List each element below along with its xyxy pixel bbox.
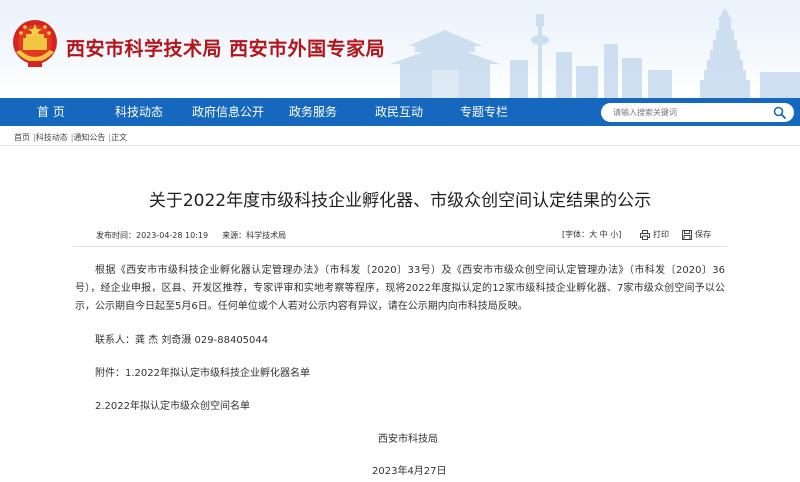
save-button[interactable]: 保存 [682,229,711,240]
breadcrumb-divider [0,145,800,146]
search-box [601,103,794,122]
nav-item-services[interactable]: 政务服务 [289,98,337,126]
nav-item-topics[interactable]: 专题专栏 [460,98,508,126]
document-date: 2023年4月27日 [372,466,447,477]
breadcrumb-current: 正文 [111,133,128,142]
article-body-paragraph: 根据《西安市市级科技企业孵化器认定管理办法》（市科发〔2020〕33号）及《西安… [75,262,725,316]
save-label: 保存 [695,230,711,239]
print-label: 打印 [653,230,669,239]
article-source: 来源：科学技术局 [222,231,287,240]
attachment-link-2[interactable]: 2.2022年拟认定市级众创空间名单 [95,397,250,412]
publish-time: 发布时间：2023-04-28 10:19 [96,231,209,240]
nav-item-home[interactable]: 首 页 [37,98,65,126]
article-title: 关于2022年度市级科技企业孵化器、市级众创空间认定结果的公示 [148,191,652,211]
body-line: 根据《西安市市级科技企业孵化器认定管理办法》（市科发〔2020〕33号）及《西安… [95,265,713,276]
search-icon[interactable] [773,106,786,119]
signature: 西安市科技局 [378,434,438,445]
city-skyline-illustration [390,8,800,98]
site-title[interactable]: 西安市科学技术局 西安市外国专家局 [66,34,385,61]
site-header: 西安市科学技术局 西安市外国专家局 [0,0,800,98]
nav-item-interaction[interactable]: 政民互动 [375,98,423,126]
print-icon [640,229,650,240]
breadcrumb-notices[interactable]: 通知公告 [73,133,105,142]
national-emblem-icon [13,20,57,67]
meta-divider [73,246,727,247]
breadcrumb: 首页 |科技动态 |通知公告 |正文 [14,132,127,143]
main-nav: 首 页 科技动态 政府信息公开 政务服务 政民互动 专题专栏 [0,98,800,126]
font-size-control[interactable]: [字体：大 中 小] [562,229,621,240]
breadcrumb-news[interactable]: 科技动态 [36,133,68,142]
nav-item-news[interactable]: 科技动态 [115,98,163,126]
print-button[interactable]: 打印 [640,229,669,240]
search-input[interactable] [613,105,763,120]
breadcrumb-home[interactable]: 首页 [14,133,30,142]
article-meta: 发布时间：2023-04-28 10:19 来源：科学技术局 [96,230,286,241]
save-icon [682,229,692,240]
attachment-link-1[interactable]: 附件：1.2022年拟认定市级科技企业孵化器名单 [95,364,310,379]
contact-line: 联系人：龚 杰 刘奇滠 029-88405044 [95,335,269,346]
nav-item-gov-info[interactable]: 政府信息公开 [192,98,264,126]
